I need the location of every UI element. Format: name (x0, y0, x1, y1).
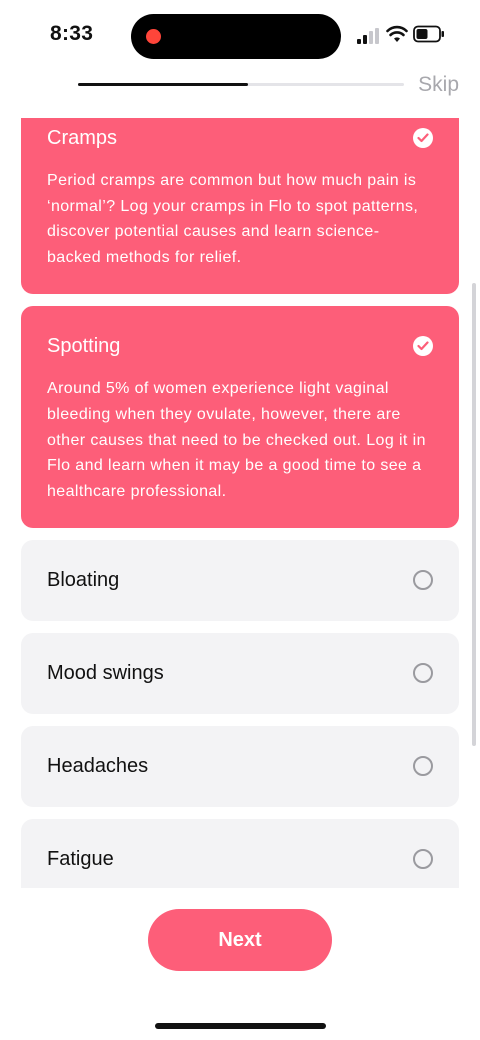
scrollbar[interactable] (472, 283, 476, 746)
option-description: Around 5% of women experience light vagi… (47, 380, 426, 500)
radio-unchecked-icon (413, 849, 433, 870)
dynamic-island (131, 14, 341, 59)
radio-unchecked-icon (413, 663, 433, 684)
recording-indicator-icon (146, 29, 161, 44)
option-card-mood-swings[interactable]: Mood swings (21, 633, 459, 715)
option-card-cramps[interactable]: Cramps Period cramps are common but how … (21, 118, 459, 295)
progress-fill (78, 83, 248, 86)
home-indicator[interactable] (155, 1023, 326, 1029)
option-title: Bloating (47, 569, 120, 592)
cellular-signal-icon (357, 28, 379, 44)
option-card-fatigue[interactable]: Fatigue (21, 819, 459, 888)
option-title: Fatigue (47, 848, 114, 871)
option-title: Spotting (47, 335, 121, 358)
radio-unchecked-icon (413, 570, 433, 591)
status-bar: 8:33 (0, 0, 480, 72)
radio-unchecked-icon (413, 756, 433, 777)
option-title: Mood swings (47, 662, 164, 685)
option-title: Cramps (47, 127, 118, 149)
option-card-spotting[interactable]: Spotting Around 5% of women experience l… (21, 306, 459, 529)
status-time: 8:33 (50, 22, 94, 45)
next-button[interactable]: Next (148, 909, 332, 971)
wifi-icon (386, 25, 408, 42)
skip-button[interactable]: Skip (418, 73, 459, 97)
battery-icon (413, 25, 444, 43)
option-title: Headaches (47, 755, 149, 778)
option-card-bloating[interactable]: Bloating (21, 540, 459, 622)
onboarding-progress-bar (78, 83, 404, 86)
checkmark-icon (413, 128, 433, 148)
option-description: Period cramps are common but how much pa… (47, 172, 419, 266)
symptom-options-list[interactable]: Cramps Period cramps are common but how … (0, 118, 480, 888)
option-card-headaches[interactable]: Headaches (21, 726, 459, 808)
